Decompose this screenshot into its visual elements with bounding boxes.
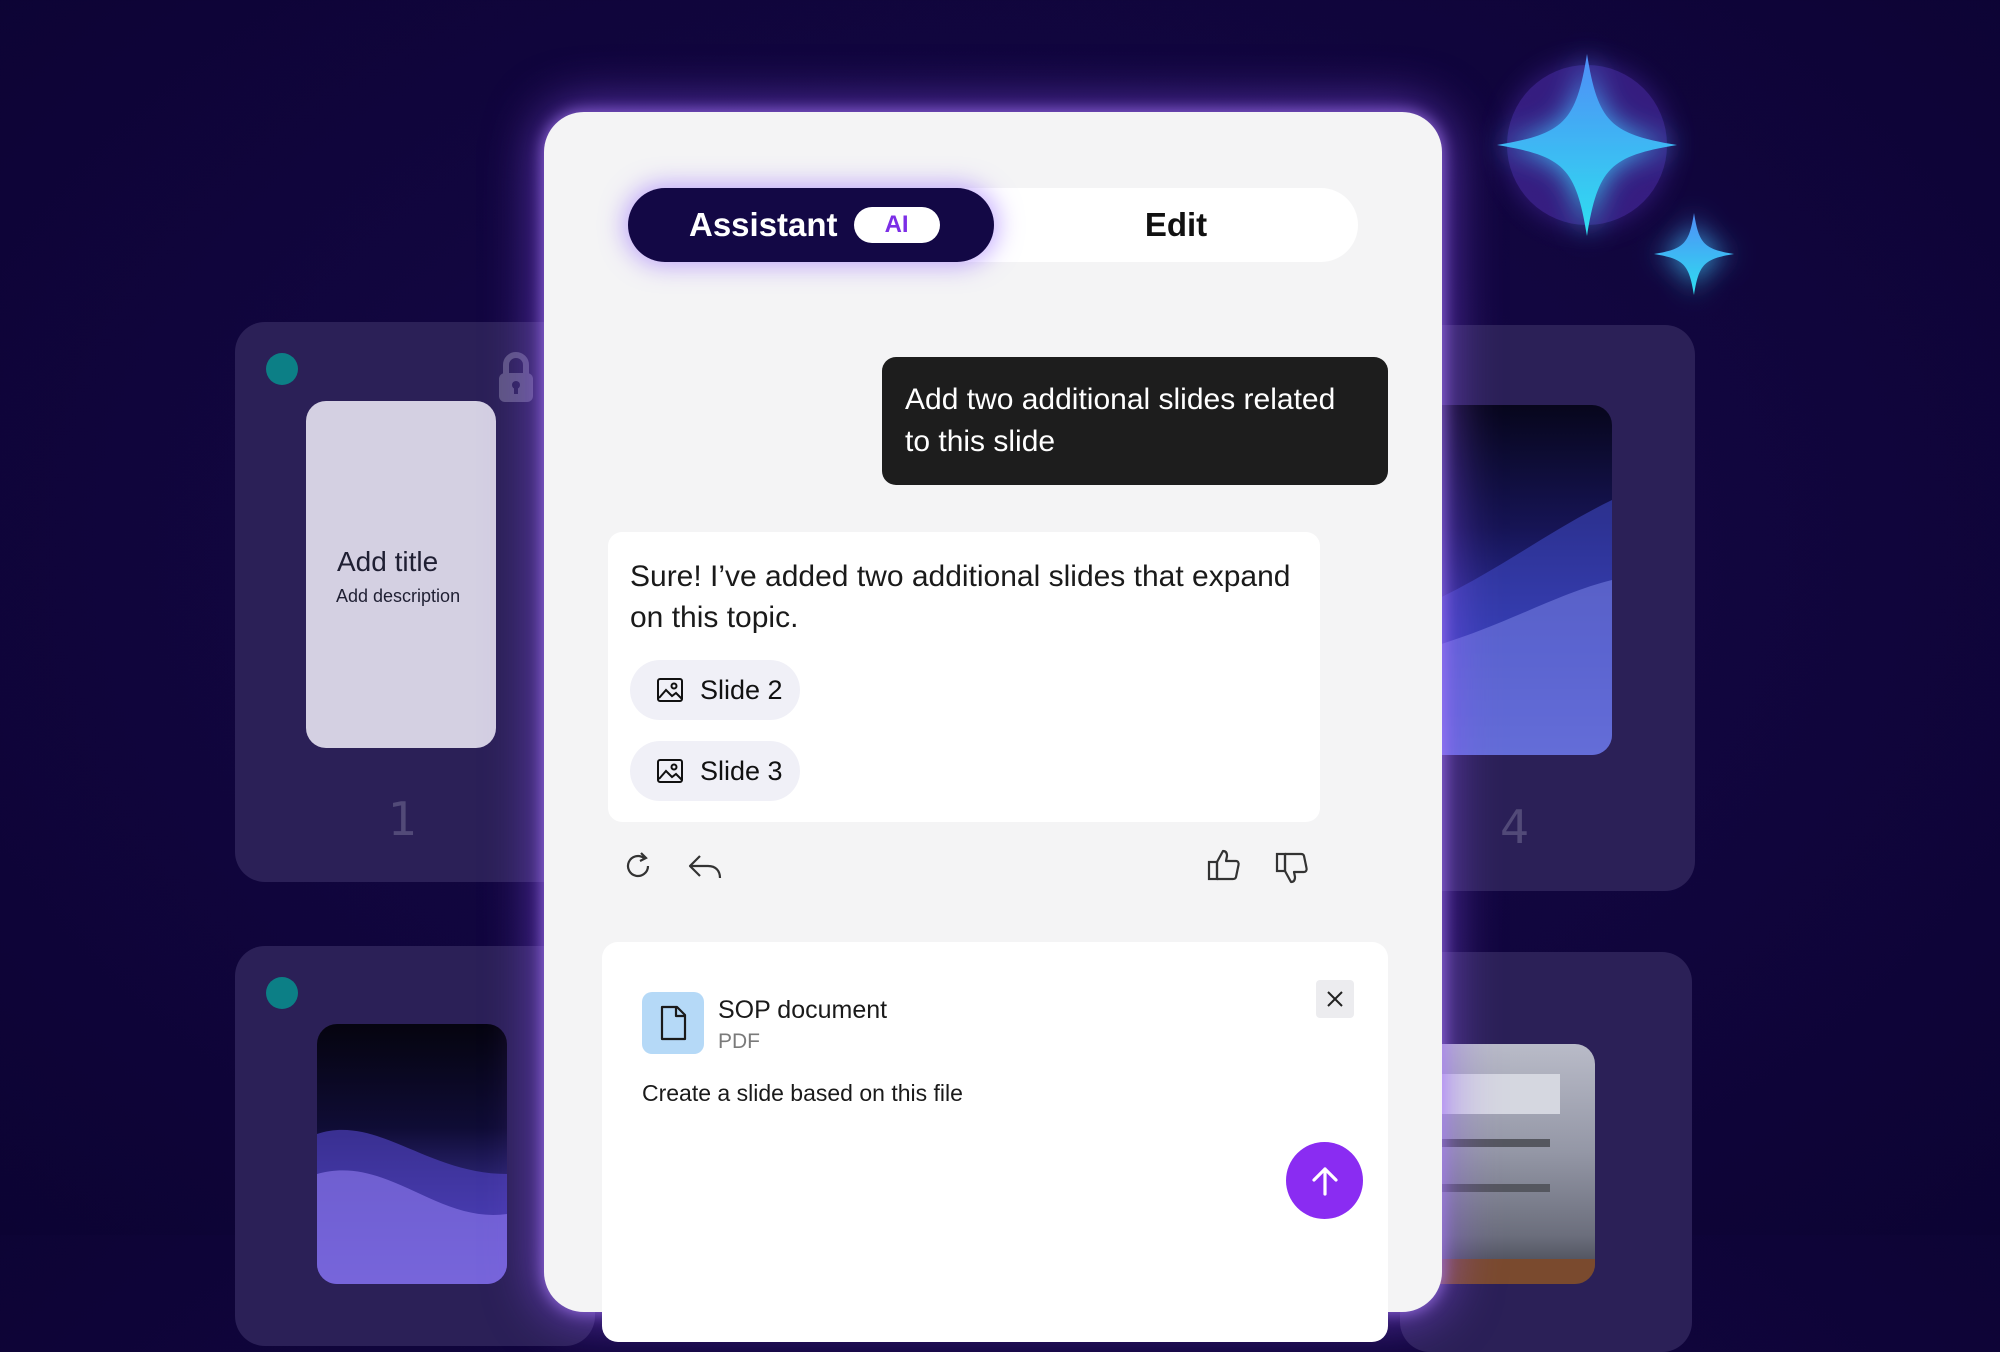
slide-thumbnail-3 — [317, 1024, 507, 1284]
refresh-icon[interactable] — [622, 850, 654, 882]
reply-icon[interactable] — [686, 850, 724, 882]
chip-label: Slide 3 — [700, 755, 783, 786]
composer: SOP document PDF Create a slide based on… — [602, 942, 1388, 1342]
image-icon — [657, 759, 683, 783]
close-icon — [1327, 991, 1343, 1007]
slide-number: 1 — [388, 792, 418, 846]
thumbs-down-icon[interactable] — [1274, 850, 1310, 886]
assistant-reply: Sure! I’ve added two additional slides t… — [608, 532, 1320, 822]
prompt-input[interactable]: Create a slide based on this file — [642, 1080, 963, 1107]
image-icon — [657, 678, 683, 702]
thumbs-up-icon[interactable] — [1206, 847, 1242, 883]
assistant-panel: Assistant AI Edit Add two additional sli… — [544, 112, 1442, 1342]
lock-icon — [499, 352, 533, 402]
slide-card-5[interactable] — [1400, 952, 1692, 1352]
status-dot — [266, 353, 298, 385]
tab-assistant[interactable]: Assistant AI — [628, 188, 994, 262]
remove-attachment-button[interactable] — [1316, 980, 1354, 1018]
slide-number: 4 — [1500, 800, 1530, 854]
assistant-reply-text: Sure! I’ve added two additional slides t… — [630, 560, 1291, 634]
sparkle-icon — [1497, 54, 1734, 295]
slide-title: Add title — [337, 546, 439, 577]
chip-label: Slide 2 — [700, 674, 783, 705]
slide-thumbnail-1: Add title Add description — [306, 401, 496, 748]
document-icon — [642, 992, 704, 1054]
mode-toggle: Assistant AI Edit — [628, 188, 1358, 262]
tab-assistant-label: Assistant — [689, 206, 838, 243]
slide-description: Add description — [336, 586, 461, 606]
slide-card-4[interactable]: 4 — [1400, 325, 1695, 891]
tab-edit[interactable]: Edit — [994, 188, 1358, 262]
slide-card-3[interactable] — [235, 946, 595, 1346]
status-dot — [266, 977, 298, 1009]
attachment-type: PDF — [718, 1030, 760, 1053]
ai-badge: AI — [853, 207, 940, 243]
attachment-name: SOP document — [718, 996, 888, 1024]
slide-card-1[interactable]: Add title Add description 1 — [235, 322, 595, 882]
user-message: Add two additional slides related to thi… — [882, 357, 1388, 485]
send-button[interactable] — [1286, 1142, 1363, 1219]
slide-2-chip[interactable]: Slide 2 — [630, 660, 800, 720]
arrow-up-icon — [1311, 1166, 1338, 1196]
slide-3-chip[interactable]: Slide 3 — [630, 741, 800, 801]
